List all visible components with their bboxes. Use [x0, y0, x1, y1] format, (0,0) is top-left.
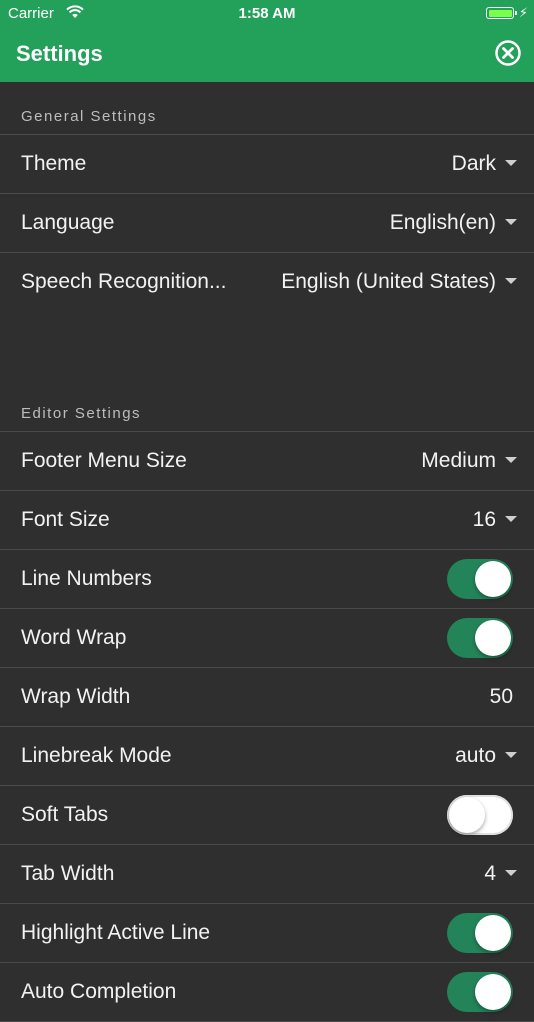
row-label: Footer Menu Size	[21, 449, 187, 472]
row-label: Linebreak Mode	[21, 744, 172, 767]
word-wrap-toggle[interactable]	[447, 618, 513, 658]
status-time: 1:58 AM	[238, 5, 296, 22]
navigation-bar: Settings	[0, 28, 534, 82]
wrap-width-value[interactable]: 50	[490, 685, 513, 709]
row-word-wrap: Word Wrap	[0, 609, 534, 668]
soft-tabs-toggle[interactable]	[447, 795, 513, 835]
footer-menu-size-value: Medium	[421, 449, 496, 472]
language-value: English(en)	[389, 211, 496, 234]
row-label: Auto Completion	[21, 980, 177, 1003]
dropdown-caret-icon	[505, 752, 517, 758]
charging-bolt-icon: ⚡	[518, 5, 528, 20]
row-label: Theme	[21, 152, 87, 175]
row-speech-recognition[interactable]: Speech Recognition... English (United St…	[0, 253, 534, 311]
row-line-numbers: Line Numbers	[0, 550, 534, 609]
row-label: Wrap Width	[21, 685, 131, 708]
close-circle-icon	[495, 40, 521, 66]
row-soft-tabs: Soft Tabs	[0, 786, 534, 845]
dropdown-caret-icon	[505, 516, 517, 522]
section-header-editor: Editor Settings	[0, 381, 534, 432]
section-header-label: Editor Settings	[21, 405, 142, 422]
row-theme[interactable]: Theme Dark	[0, 135, 534, 194]
row-label: Font Size	[21, 508, 110, 531]
settings-list: General Settings Theme Dark Language Eng…	[0, 82, 534, 1022]
section-header-label: General Settings	[21, 108, 157, 125]
font-size-value: 16	[472, 508, 496, 531]
dropdown-caret-icon	[505, 278, 517, 284]
row-footer-menu-size[interactable]: Footer Menu Size Medium	[0, 432, 534, 491]
line-numbers-toggle[interactable]	[447, 559, 513, 599]
dropdown-caret-icon	[505, 870, 517, 876]
row-wrap-width[interactable]: Wrap Width 50	[0, 668, 534, 727]
section-header-general: General Settings	[0, 82, 534, 135]
row-font-size[interactable]: Font Size 16	[0, 491, 534, 550]
row-label: Tab Width	[21, 862, 115, 885]
dropdown-caret-icon	[505, 457, 517, 463]
page-title: Settings	[16, 41, 103, 66]
status-bar: Carrier 1:58 AM ⚡	[0, 0, 534, 28]
speech-value: English (United States)	[281, 270, 496, 293]
row-label: Language	[21, 211, 115, 234]
dropdown-caret-icon	[505, 219, 517, 225]
battery-icon	[486, 7, 517, 19]
row-linebreak-mode[interactable]: Linebreak Mode auto	[0, 727, 534, 786]
row-label: Line Numbers	[21, 567, 152, 590]
row-label: Soft Tabs	[21, 803, 109, 826]
tab-width-value: 4	[484, 862, 496, 885]
row-language[interactable]: Language English(en)	[0, 194, 534, 253]
row-highlight-active-line: Highlight Active Line	[0, 904, 534, 963]
row-label: Speech Recognition...	[21, 270, 227, 293]
row-label: Highlight Active Line	[21, 921, 211, 944]
linebreak-mode-value: auto	[455, 744, 496, 767]
row-label: Word Wrap	[21, 626, 127, 649]
row-auto-completion: Auto Completion	[0, 963, 534, 1022]
dropdown-caret-icon	[505, 160, 517, 166]
theme-value: Dark	[451, 152, 496, 175]
auto-completion-toggle[interactable]	[447, 972, 513, 1012]
highlight-active-line-toggle[interactable]	[447, 913, 513, 953]
row-tab-width[interactable]: Tab Width 4	[0, 845, 534, 904]
close-button[interactable]	[494, 39, 522, 67]
